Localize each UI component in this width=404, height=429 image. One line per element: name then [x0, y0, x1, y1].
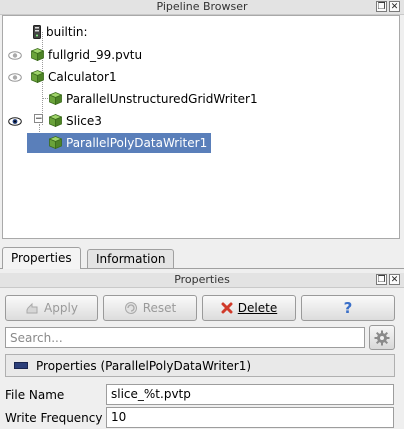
tree-item-builtin[interactable]: builtin: [33, 22, 88, 42]
section-header-label: Properties (ParallelPolyDataWriter1) [36, 358, 252, 373]
collapse-section-icon [14, 362, 28, 369]
advanced-settings-button[interactable] [369, 325, 395, 350]
close-icon[interactable]: ✕ [389, 274, 400, 285]
cube-icon [49, 92, 62, 105]
eye-icon[interactable] [8, 73, 22, 82]
float-icon[interactable]: ❐ [376, 274, 387, 285]
pipeline-browser-title: Pipeline Browser [156, 0, 248, 13]
properties-titlebar: Properties ❐ ✕ [0, 273, 404, 288]
server-icon [33, 25, 41, 39]
tree-item-fullgrid[interactable]: fullgrid_99.pvtu [31, 45, 142, 65]
reset-icon [124, 302, 137, 314]
tree-item-calculator[interactable]: Calculator1 [31, 67, 117, 87]
tree-item-label: Calculator1 [48, 70, 117, 84]
eye-icon[interactable] [8, 51, 22, 60]
tree-item-label: ParallelUnstructuredGridWriter1 [66, 92, 258, 106]
tree-item-slice[interactable]: Slice3 [49, 111, 102, 131]
panel-tabs: Properties Information [0, 247, 404, 269]
write-frequency-label: Write Frequency [5, 411, 103, 425]
cube-icon [31, 48, 44, 61]
delete-button[interactable]: Delete [202, 295, 296, 321]
tree-item-label: Slice3 [66, 114, 102, 128]
tree-item-polydata-writer[interactable]: ParallelPolyDataWriter1 [27, 133, 212, 153]
tab-label: Properties [11, 251, 72, 265]
search-input[interactable] [5, 327, 365, 348]
tree-item-unstructured-writer[interactable]: ParallelUnstructuredGridWriter1 [49, 89, 258, 109]
tab-information[interactable]: Information [87, 249, 175, 269]
delete-icon [221, 302, 233, 314]
delete-label: Delete [237, 301, 278, 315]
cube-icon [31, 70, 44, 83]
pipeline-tree[interactable]: builtin: fullgrid_99.pvtu Calculator1 Pa… [2, 15, 400, 239]
collapse-icon[interactable]: − [34, 114, 43, 124]
tab-properties[interactable]: Properties [2, 247, 81, 269]
apply-label: Apply [44, 301, 78, 315]
properties-section-header[interactable]: Properties (ParallelPolyDataWriter1) [5, 354, 395, 377]
properties-title: Properties [174, 273, 230, 286]
apply-button[interactable]: Apply [5, 295, 98, 321]
cube-icon [49, 114, 62, 127]
help-icon: ? [343, 299, 353, 317]
file-name-label: File Name [5, 388, 65, 402]
apply-icon [26, 302, 38, 314]
reset-label: Reset [142, 301, 177, 315]
gear-icon [374, 330, 390, 345]
tree-item-label: ParallelPolyDataWriter1 [66, 136, 208, 150]
tree-item-label: builtin: [46, 25, 88, 39]
cube-icon [49, 136, 62, 149]
write-frequency-field[interactable]: 10 [106, 407, 394, 428]
eye-visible-icon[interactable] [8, 117, 22, 126]
pipeline-browser-titlebar: Pipeline Browser ❐ ✕ [0, 0, 404, 15]
tab-label: Information [96, 252, 166, 266]
reset-button[interactable]: Reset [103, 295, 197, 321]
file-name-field[interactable]: slice_%t.pvtp [106, 384, 394, 405]
close-icon[interactable]: ✕ [389, 1, 400, 12]
float-icon[interactable]: ❐ [376, 1, 387, 12]
tree-item-label: fullgrid_99.pvtu [48, 48, 143, 62]
help-button[interactable]: ? [301, 295, 395, 321]
